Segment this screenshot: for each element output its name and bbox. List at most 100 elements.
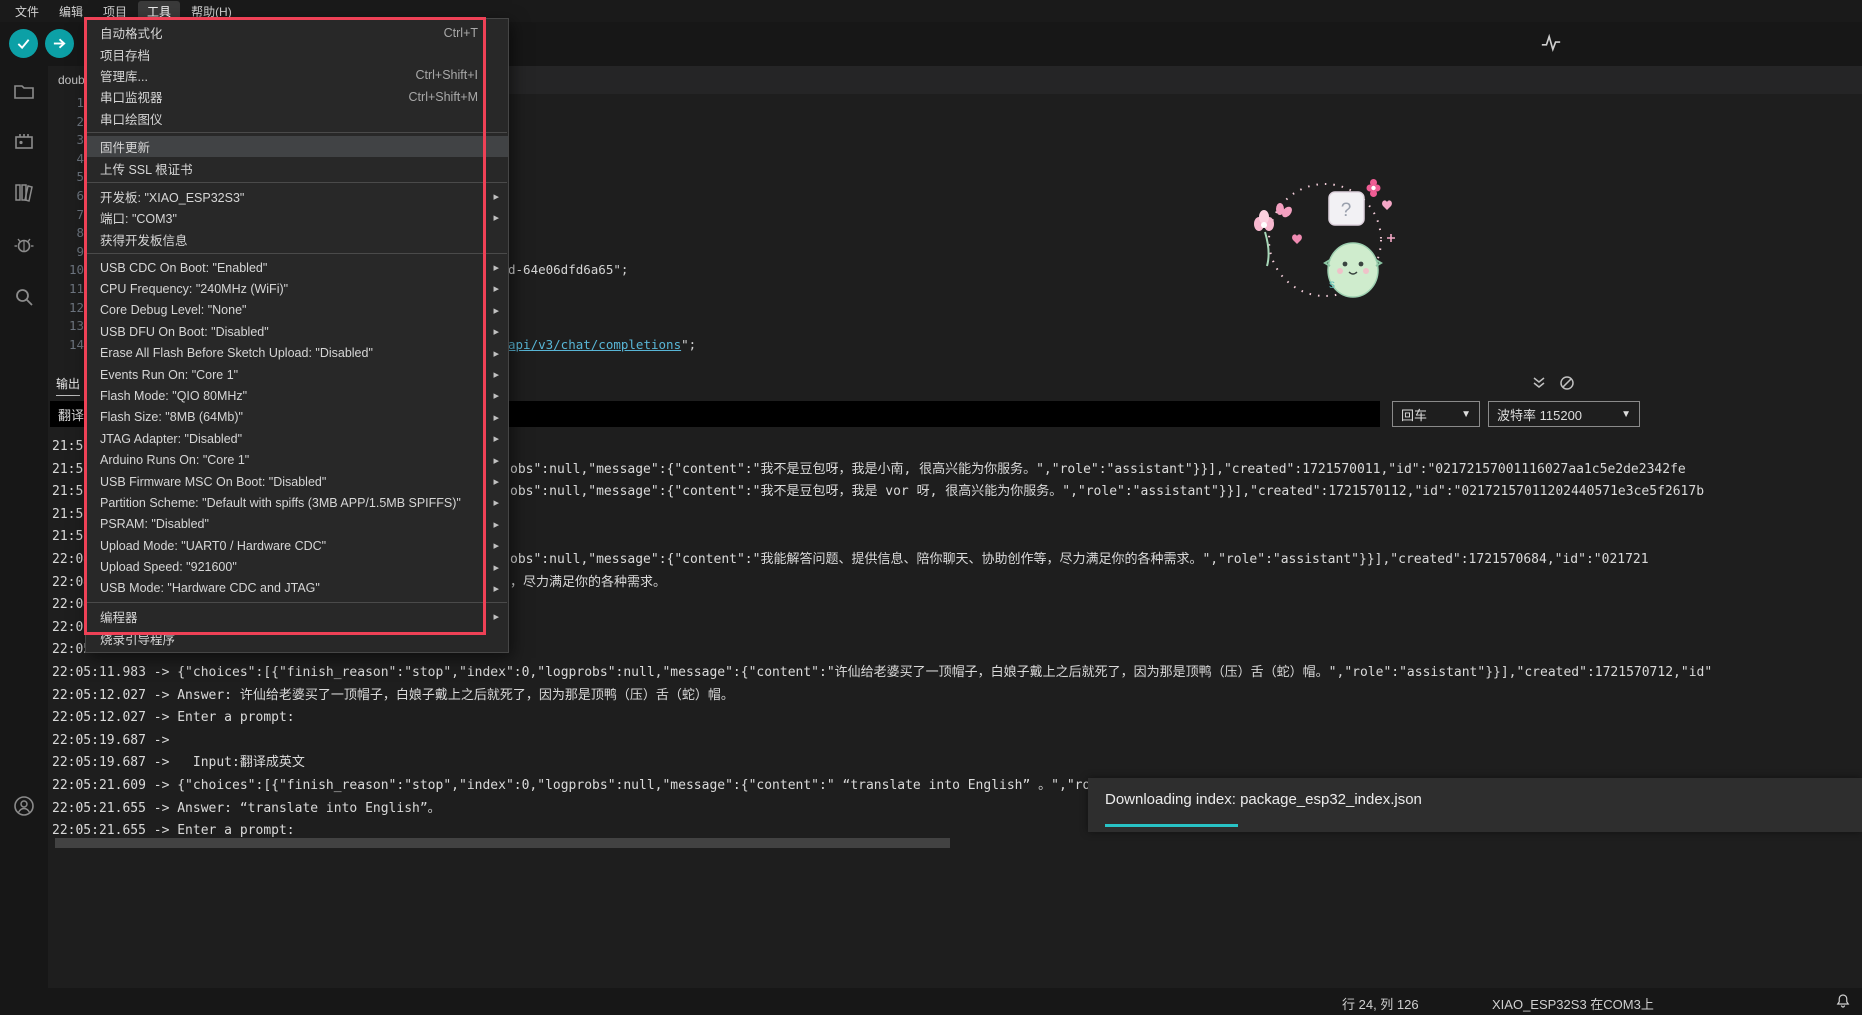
- menu-item-shortcut: Ctrl+Shift+I: [415, 68, 478, 82]
- board-port-status[interactable]: XIAO_ESP32S3 在COM3上: [1492, 994, 1654, 1013]
- submenu-arrow-icon: ▸: [493, 539, 499, 552]
- flower-stem: [1265, 232, 1269, 266]
- tools-menu-item[interactable]: 管理库...Ctrl+Shift+I: [86, 65, 508, 86]
- baud-rate-value: 波特率 115200: [1497, 405, 1582, 424]
- tools-menu-item[interactable]: Flash Size: "8MB (64Mb)"▸: [86, 407, 508, 428]
- tools-menu-item[interactable]: 端口: "COM3" ▸: [86, 207, 508, 228]
- serial-log-line: 22:05:19.687 -> Input:翻译成英文: [52, 752, 1862, 775]
- menu-item-label: JTAG Adapter: "Disabled": [100, 432, 242, 446]
- tools-menu-item[interactable]: 上传 SSL 根证书: [86, 157, 508, 178]
- tools-menu-item[interactable]: 获得开发板信息: [86, 229, 508, 250]
- line-number: 8: [48, 224, 84, 243]
- question-card: ?: [1329, 192, 1364, 225]
- sticker-illustration: ? s: [1237, 176, 1402, 309]
- library-manager-button[interactable]: [12, 180, 36, 204]
- upload-button[interactable]: [45, 29, 74, 58]
- tools-menu-item[interactable]: PSRAM: "Disabled" ▸: [86, 514, 508, 535]
- menu-item-label: 项目存档: [100, 45, 150, 64]
- tools-menu-item[interactable]: Core Debug Level: "None"▸: [86, 300, 508, 321]
- line-number: 5: [48, 168, 84, 187]
- tools-menu-item[interactable]: 自动格式化 Ctrl+T: [86, 22, 508, 43]
- log-text: obs":null,"message":{"content":"我能解答问题、提…: [510, 552, 1649, 567]
- sketchbook-button[interactable]: [12, 80, 36, 104]
- serial-log-line: 22:05:11.983 -> {"choices":[{"finish_rea…: [52, 662, 1862, 685]
- chevron-double-down-icon: [1531, 375, 1547, 391]
- tools-menu: 自动格式化Ctrl+T项目存档管理库...Ctrl+Shift+I串口监视器Ct…: [85, 18, 509, 653]
- submenu-arrow-icon: ▸: [493, 518, 499, 531]
- verify-button[interactable]: [9, 29, 38, 58]
- line-number: 1: [48, 94, 84, 113]
- menu-item-shortcut: Ctrl+T: [444, 26, 478, 40]
- notifications-bell-button[interactable]: [1834, 992, 1854, 1012]
- output-tab[interactable]: 输出: [56, 375, 80, 396]
- search-icon: [12, 285, 36, 309]
- tools-menu-item[interactable]: CPU Frequency: "240MHz (WiFi)"▸: [86, 278, 508, 299]
- clear-output-button[interactable]: [1556, 372, 1578, 394]
- code-text: d-64e06dfd6a65";: [508, 262, 628, 277]
- waveform-icon: [1540, 32, 1562, 54]
- bug-icon: [12, 233, 36, 257]
- log-text: ，尽力满足你的各种需求。: [510, 575, 666, 590]
- cursor-position[interactable]: 行 24, 列 126: [1342, 994, 1419, 1013]
- tools-menu-item[interactable]: 串口监视器Ctrl+Shift+M: [86, 86, 508, 107]
- menu-item-label: 自动格式化: [100, 23, 163, 42]
- scrollbar-thumb[interactable]: [55, 838, 950, 848]
- menubar-item[interactable]: 文件: [6, 1, 48, 22]
- svg-text:s: s: [1329, 277, 1335, 291]
- output-tab-label: 输出: [56, 377, 80, 391]
- menu-item-label: PSRAM: "Disabled": [100, 517, 209, 531]
- serial-plotter-button[interactable]: [1538, 30, 1564, 56]
- tools-menu-item[interactable]: 编程器▸: [86, 606, 508, 627]
- books-icon: [12, 180, 36, 204]
- collapse-panel-button[interactable]: [1528, 372, 1550, 394]
- menu-item-label: 端口: "COM3": [100, 208, 177, 227]
- tools-menu-item[interactable]: Arduino Runs On: "Core 1"▸: [86, 449, 508, 470]
- chevron-down-icon: ▼: [1451, 409, 1471, 420]
- tools-menu-item[interactable]: USB Mode: "Hardware CDC and JTAG"▸: [86, 578, 508, 599]
- tools-menu-item[interactable]: Erase All Flash Before Sketch Upload: "D…: [86, 342, 508, 363]
- tools-menu-item[interactable]: Events Run On: "Core 1"▸: [86, 364, 508, 385]
- line-number: 13: [48, 317, 84, 336]
- submenu-arrow-icon: ▸: [493, 582, 499, 595]
- menu-item-label: USB CDC On Boot: "Enabled": [100, 261, 267, 275]
- tools-menu-item[interactable]: 项目存档: [86, 43, 508, 64]
- menu-item-label: Upload Speed: "921600": [100, 560, 237, 574]
- tools-menu-item[interactable]: 固件更新: [86, 136, 508, 157]
- menu-item-label: Erase All Flash Before Sketch Upload: "D…: [100, 346, 373, 360]
- menu-item-label: 串口监视器: [100, 87, 163, 106]
- boards-manager-button[interactable]: [12, 130, 36, 154]
- tools-menu-item[interactable]: USB Firmware MSC On Boot: "Disabled"▸: [86, 471, 508, 492]
- tools-menu-item[interactable]: Upload Mode: "UART0 / Hardware CDC" ▸: [86, 535, 508, 556]
- heart-icon: [1292, 234, 1302, 244]
- line-number: 12: [48, 299, 84, 318]
- tools-menu-item[interactable]: Flash Mode: "QIO 80MHz"▸: [86, 385, 508, 406]
- tools-menu-item[interactable]: 开发板: "XIAO_ESP32S3"▸: [86, 186, 508, 207]
- tools-menu-item[interactable]: 串口绘图仪: [86, 108, 508, 129]
- notification-toast: Downloading index: package_esp32_index.j…: [1088, 778, 1862, 832]
- menu-item-label: 上传 SSL 根证书: [100, 159, 193, 178]
- submenu-arrow-icon: ▸: [493, 496, 499, 509]
- tools-menu-item[interactable]: USB CDC On Boot: "Enabled"▸: [86, 257, 508, 278]
- bell-icon: [1834, 992, 1852, 1010]
- menu-item-label: Upload Mode: "UART0 / Hardware CDC": [100, 539, 326, 553]
- baud-rate-select[interactable]: 波特率 115200 ▼: [1488, 401, 1640, 427]
- tools-menu-item[interactable]: Upload Speed: "921600"▸: [86, 556, 508, 577]
- menu-item-label: Flash Size: "8MB (64Mb)": [100, 410, 243, 424]
- menu-separator: [87, 132, 507, 133]
- tools-menu-item[interactable]: 烧录引导程序: [86, 628, 508, 649]
- line-ending-select[interactable]: 回车 ▼: [1392, 401, 1480, 427]
- submenu-arrow-icon: ▸: [493, 211, 499, 224]
- tools-menu-item[interactable]: Partition Scheme: "Default with spiffs (…: [86, 492, 508, 513]
- menu-item-label: Partition Scheme: "Default with spiffs (…: [100, 496, 461, 510]
- line-number: 14: [48, 336, 84, 355]
- circle-slash-icon: [1559, 375, 1575, 391]
- line-number: 7: [48, 206, 84, 225]
- account-button[interactable]: [12, 794, 36, 818]
- tools-menu-item[interactable]: USB DFU On Boot: "Disabled"▸: [86, 321, 508, 342]
- menu-item-label: 串口绘图仪: [100, 109, 163, 128]
- code-text: ";: [681, 337, 696, 352]
- tools-menu-item[interactable]: JTAG Adapter: "Disabled"▸: [86, 428, 508, 449]
- sparkle-icon: [1387, 234, 1395, 242]
- search-button[interactable]: [12, 285, 36, 309]
- debug-button[interactable]: [12, 233, 36, 257]
